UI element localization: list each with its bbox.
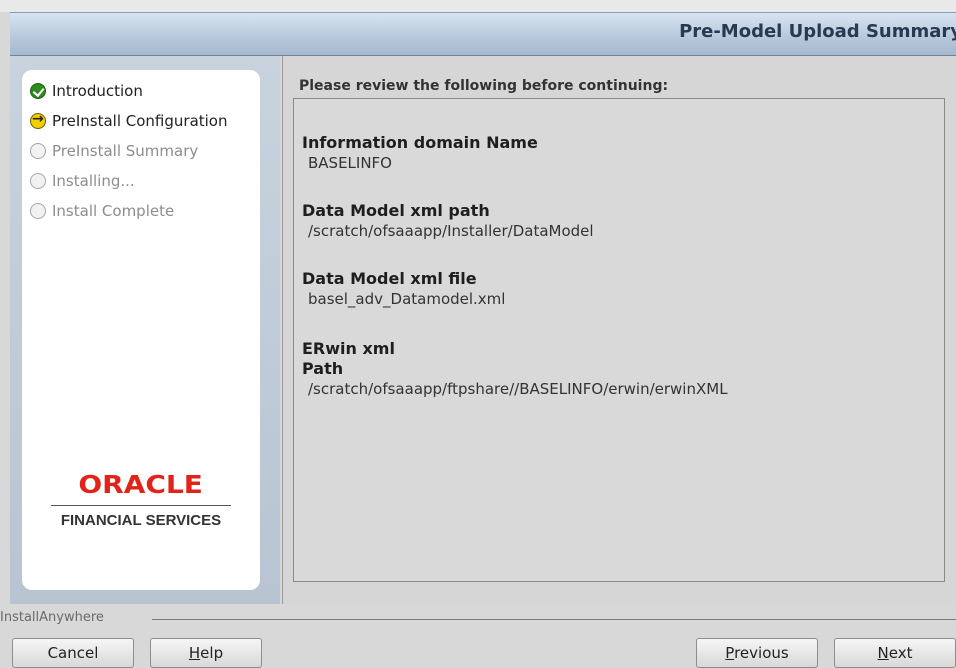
help-button-label: elp (200, 644, 224, 662)
step-label: Introduction (52, 82, 143, 100)
summary-item-name: ERwin xml (302, 339, 395, 358)
main-content: Please review the following before conti… (282, 56, 956, 604)
next-mnemonic: N (877, 644, 889, 662)
circle-icon (30, 173, 46, 189)
summary-item-name-line2: Path (302, 359, 344, 378)
step-label: PreInstall Summary (52, 142, 199, 160)
summary-item-name: Information domain Name (302, 133, 538, 152)
header-bar: Pre-Model Upload Summary (10, 12, 956, 56)
summary-item-value: basel_adv_Datamodel.xml (308, 290, 506, 308)
window-top-strip (0, 0, 956, 12)
logo-divider (51, 505, 231, 506)
summary-item-data-model-file: Data Model xml file basel_adv_Datamodel.… (302, 269, 505, 309)
previous-mnemonic: P (725, 644, 735, 662)
step-label: Installing... (52, 172, 135, 190)
sidebar-panel: Introduction PreInstall Configuration Pr… (22, 70, 260, 590)
summary-item-value: BASELINFO (308, 154, 392, 172)
oracle-wordmark: ORACLE (78, 470, 204, 499)
circle-icon (30, 203, 46, 219)
step-install-complete: Install Complete (30, 196, 228, 226)
step-label: Install Complete (52, 202, 175, 220)
summary-item-data-model-path: Data Model xml path /scratch/ofsaaapp/In… (302, 201, 594, 241)
summary-box: Information domain Name BASELINFO Data M… (293, 98, 945, 582)
previous-button[interactable]: Previous (696, 638, 818, 668)
cancel-button-label: Cancel (47, 644, 99, 662)
logo-subtitle: FINANCIAL SERVICES (60, 512, 222, 529)
cancel-button[interactable]: Cancel (12, 638, 134, 668)
summary-item-value: /scratch/ofsaaapp/Installer/DataModel (308, 222, 594, 240)
next-button-label: ext (888, 644, 913, 662)
step-label: PreInstall Configuration (52, 112, 228, 130)
help-button[interactable]: Help (150, 638, 262, 668)
summary-item-name: Data Model xml path (302, 201, 490, 220)
help-mnemonic: H (188, 644, 201, 662)
step-preinstall-summary: PreInstall Summary (30, 136, 228, 166)
review-heading: Please review the following before conti… (299, 78, 669, 94)
previous-button-label: revious (734, 644, 789, 662)
step-preinstall-configuration: PreInstall Configuration (30, 106, 228, 136)
summary-item-name: Data Model xml file (302, 269, 477, 288)
summary-item-erwin-xml-path: ERwin xml Path /scratch/ofsaaapp/ftpshar… (302, 339, 728, 399)
footer-divider (152, 619, 956, 620)
install-steps-list: Introduction PreInstall Configuration Pr… (30, 76, 228, 226)
page-title: Pre-Model Upload Summary (679, 21, 956, 42)
next-button[interactable]: Next (834, 638, 956, 668)
summary-item-information-domain: Information domain Name BASELINFO (302, 133, 538, 173)
circle-icon (30, 143, 46, 159)
oracle-logo: ORACLE FINANCIAL SERVICES (22, 470, 260, 529)
step-installing: Installing... (30, 166, 228, 196)
arrow-right-icon (30, 111, 46, 129)
summary-item-value: /scratch/ofsaaapp/ftpshare//BASELINFO/er… (308, 380, 728, 398)
installanywhere-label: InstallAnywhere (0, 610, 110, 625)
check-icon (30, 83, 46, 99)
step-introduction: Introduction (30, 76, 228, 106)
